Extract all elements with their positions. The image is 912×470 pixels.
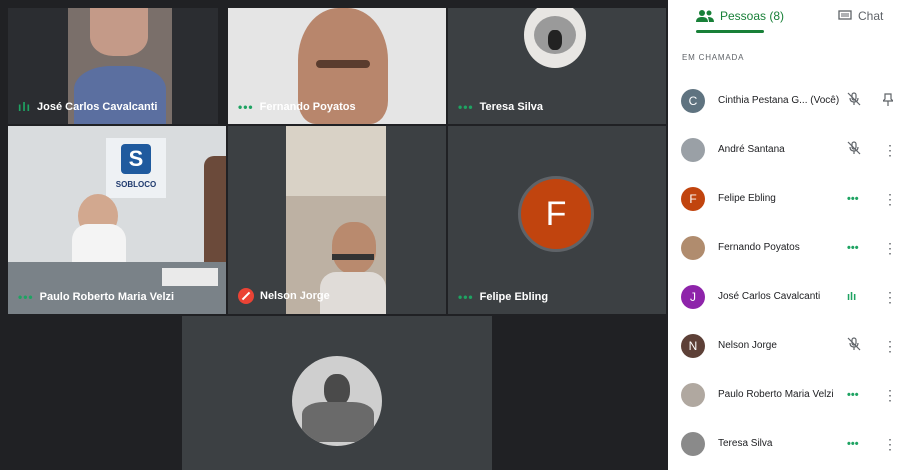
speaking-icon: ılı xyxy=(18,100,32,114)
avatar: F xyxy=(681,186,705,211)
more-options-icon[interactable]: ⋮ xyxy=(883,437,897,451)
avatar xyxy=(681,431,705,456)
participant-row[interactable]: Fernando Poyatos ••• ⋮ xyxy=(668,223,912,272)
participant-row[interactable]: C Cinthia Pestana G... (Você) xyxy=(668,76,912,125)
mic-off-icon[interactable] xyxy=(847,141,861,158)
participant-name: Nelson Jorge xyxy=(718,340,777,351)
participant-name: Fernando Poyatos xyxy=(718,242,800,253)
more-options-icon[interactable]: ⋮ xyxy=(883,388,897,402)
more-options-icon[interactable]: ⋮ xyxy=(883,339,897,353)
participant-name: Felipe Ebling xyxy=(718,193,776,204)
avatar xyxy=(681,137,705,162)
avatar: J xyxy=(681,284,705,309)
participant-name: Cinthia Pestana G... (Você) xyxy=(718,95,840,106)
participant-row[interactable]: Teresa Silva ••• ⋮ xyxy=(668,419,912,468)
avatar xyxy=(292,356,382,446)
video-feed: S SOBLOCO xyxy=(8,126,226,314)
participant-name: Felipe Ebling xyxy=(479,291,549,303)
video-tile-fernando[interactable]: ••• Fernando Poyatos xyxy=(228,8,446,124)
people-panel: Pessoas (8) Chat EM CHAMADA C Cinthia Pes… xyxy=(668,0,912,470)
section-label: EM CHAMADA xyxy=(682,53,745,62)
participant-name: Teresa Silva xyxy=(479,101,544,113)
avatar xyxy=(524,8,586,68)
participant-name: Teresa Silva xyxy=(718,438,773,449)
people-icon xyxy=(696,10,714,22)
participant-name: José Carlos Cavalcanti xyxy=(718,291,821,302)
mic-off-icon[interactable] xyxy=(847,92,861,109)
pin-icon[interactable] xyxy=(881,92,895,109)
more-options-icon[interactable]: ⋮ xyxy=(883,143,897,157)
participant-name: André Santana xyxy=(718,144,785,155)
sobloco-logo: S SOBLOCO xyxy=(106,138,166,198)
participant-row[interactable]: Paulo Roberto Maria Velzi ••• ⋮ xyxy=(668,370,912,419)
participant-name: Fernando Poyatos xyxy=(259,101,356,113)
participant-row[interactable]: N Nelson Jorge ⋮ xyxy=(668,321,912,370)
participant-row[interactable]: F Felipe Ebling ••• ⋮ xyxy=(668,174,912,223)
mic-off-icon[interactable] xyxy=(847,337,861,354)
video-tile-jose-carlos[interactable]: ılı José Carlos Cavalcanti xyxy=(8,8,218,124)
active-dots-icon: ••• xyxy=(458,100,474,114)
video-tile-felipe[interactable]: F ••• Felipe Ebling xyxy=(448,126,666,314)
tab-people-label: Pessoas (8) xyxy=(720,9,785,23)
participant-name: Paulo Roberto Maria Velzi xyxy=(39,291,175,303)
active-dots-icon: ••• xyxy=(458,290,474,304)
participant-name: Paulo Roberto Maria Velzi xyxy=(718,389,834,400)
participant-row[interactable]: André Santana ⋮ xyxy=(668,125,912,174)
video-tile-bottom[interactable] xyxy=(182,316,492,470)
tile-name-label: ••• Teresa Silva xyxy=(458,100,543,114)
active-dots-icon: ••• xyxy=(847,192,859,205)
mic-off-icon xyxy=(238,288,254,304)
more-options-icon[interactable]: ⋮ xyxy=(883,192,897,206)
participant-name: José Carlos Cavalcanti xyxy=(37,101,158,113)
active-dots-icon: ••• xyxy=(847,437,859,450)
video-grid: ılı José Carlos Cavalcanti ••• Fernando … xyxy=(0,0,668,470)
video-feed xyxy=(286,126,386,314)
avatar: C xyxy=(681,88,705,113)
participant-name: Nelson Jorge xyxy=(260,290,330,302)
tile-name-label: ılı José Carlos Cavalcanti xyxy=(18,100,157,114)
active-dots-icon: ••• xyxy=(238,100,254,114)
avatar: F xyxy=(518,176,594,252)
active-dots-icon: ••• xyxy=(847,241,859,254)
tab-people[interactable]: Pessoas (8) xyxy=(696,0,784,32)
video-tile-nelson[interactable]: Nelson Jorge xyxy=(228,126,446,314)
more-options-icon[interactable]: ⋮ xyxy=(883,290,897,304)
participant-row[interactable]: J José Carlos Cavalcanti ılı ⋮ xyxy=(668,272,912,321)
active-dots-icon: ••• xyxy=(18,290,34,304)
avatar xyxy=(681,235,705,260)
video-tile-teresa[interactable]: ••• Teresa Silva xyxy=(448,8,666,124)
tab-indicator xyxy=(696,30,764,33)
active-dots-icon: ••• xyxy=(847,388,859,401)
chat-icon xyxy=(838,10,852,20)
speaking-icon: ılı xyxy=(847,290,857,303)
tile-name-label: Nelson Jorge xyxy=(238,288,330,304)
logo-text: SOBLOCO xyxy=(115,180,157,189)
avatar: N xyxy=(681,333,705,358)
tile-name-label: ••• Felipe Ebling xyxy=(458,290,548,304)
tab-chat-label: Chat xyxy=(858,9,884,23)
avatar xyxy=(681,382,705,407)
tab-chat[interactable]: Chat xyxy=(838,0,883,32)
tile-name-label: ••• Paulo Roberto Maria Velzi xyxy=(18,290,174,304)
more-options-icon[interactable]: ⋮ xyxy=(883,241,897,255)
tile-name-label: ••• Fernando Poyatos xyxy=(238,100,356,114)
video-tile-paulo[interactable]: S SOBLOCO ••• Paulo Roberto Maria Velzi xyxy=(8,126,226,314)
